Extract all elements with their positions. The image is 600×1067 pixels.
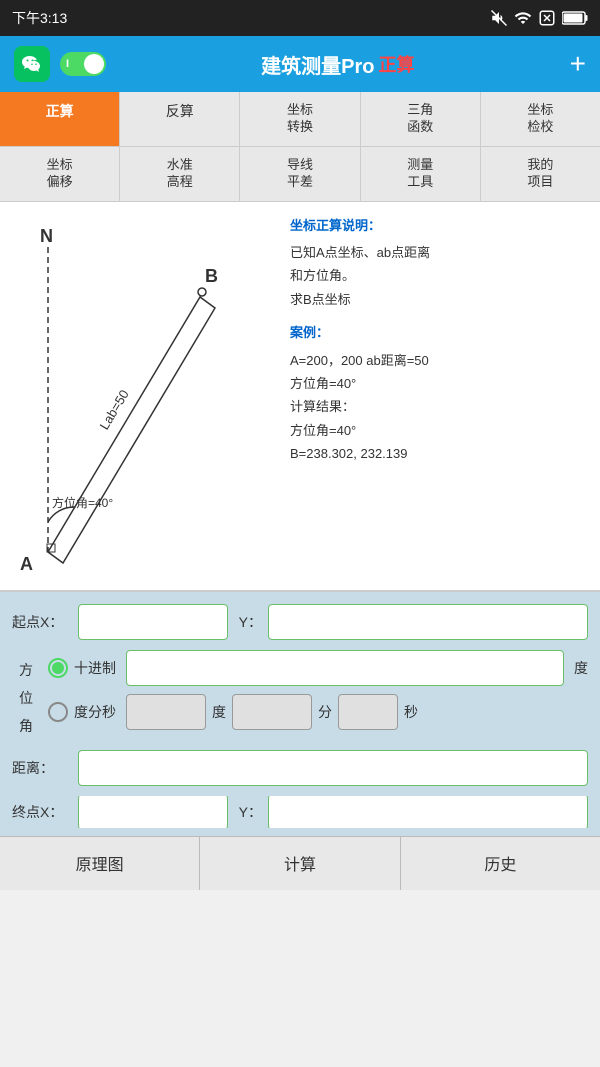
- battery-icon: [562, 11, 588, 25]
- time-label: 下午3:13: [12, 8, 67, 28]
- case-title: 案例：: [290, 321, 590, 344]
- toggle-label: I: [66, 58, 69, 70]
- diagram-svg: N A B: [10, 212, 270, 582]
- description-title: 坐标正算说明：: [290, 214, 590, 237]
- fenfen-row: 度分秒 度 分 秒: [48, 694, 588, 730]
- header-title: 建筑测量Pro正算: [261, 50, 414, 79]
- add-button[interactable]: +: [570, 48, 586, 80]
- jinjin-input[interactable]: [126, 650, 564, 686]
- yuanli-button[interactable]: 原理图: [0, 837, 200, 890]
- status-bar: 下午3:13: [0, 0, 600, 36]
- jinjin-label: 十进制: [74, 658, 120, 678]
- zhongdian-row: 终点X： Y：: [12, 796, 588, 828]
- toggle-thumb: [84, 54, 104, 74]
- nav-zhengsu[interactable]: 正算: [0, 92, 120, 146]
- close-icon: [538, 9, 556, 27]
- wifi-icon: [514, 9, 532, 27]
- zhongdian-y-input[interactable]: [268, 796, 588, 828]
- diagram-area: N A B: [0, 202, 280, 590]
- qidian-x-input[interactable]: [78, 604, 228, 640]
- du-unit: 度: [574, 658, 588, 678]
- svg-text:A: A: [20, 554, 33, 574]
- juli-row: 距离：: [12, 750, 588, 786]
- svg-text:B: B: [205, 266, 218, 286]
- y-label-2: Y：: [234, 802, 262, 822]
- case-line-3: 方位角=40°: [290, 419, 590, 442]
- jinjin-row: 十进制 度: [48, 650, 588, 686]
- form-area: 起点X： Y： 方 位 角 十进制 度: [0, 592, 600, 836]
- mute-icon: [490, 9, 508, 27]
- qidian-row: 起点X： Y：: [12, 604, 588, 640]
- fangwei-options: 十进制 度 度分秒 度 分 秒: [48, 650, 588, 730]
- right-description: 坐标正算说明： 已知A点坐标、ab点距离 和方位角。 求B点坐标 案例： A=2…: [280, 202, 600, 590]
- du-input[interactable]: [126, 694, 206, 730]
- nav-wode[interactable]: 我的项目: [481, 147, 600, 201]
- content-area: N A B: [0, 202, 600, 592]
- lishi-button[interactable]: 历史: [401, 837, 600, 890]
- miao-input[interactable]: [338, 694, 398, 730]
- nav-zuobiao-jianjiao[interactable]: 坐标检校: [481, 92, 600, 146]
- nav-celiang[interactable]: 测量工具: [361, 147, 481, 201]
- miao-label: 秒: [404, 702, 418, 722]
- jinjin-radio[interactable]: [48, 658, 68, 678]
- fenfen-radio[interactable]: [48, 702, 68, 722]
- zhongdian-label: 终点X：: [12, 802, 72, 822]
- toggle-switch[interactable]: I: [60, 52, 106, 76]
- nav-shuizhun[interactable]: 水准高程: [120, 147, 240, 201]
- svg-text:N: N: [40, 226, 53, 246]
- jisuan-button[interactable]: 计算: [200, 837, 400, 890]
- fen-label: 分: [318, 702, 332, 722]
- nav-row-2: 坐标偏移 水准高程 导线平差 测量工具 我的项目: [0, 147, 600, 202]
- juli-input[interactable]: [78, 750, 588, 786]
- description-body: 已知A点坐标、ab点距离 和方位角。 求B点坐标: [290, 241, 590, 311]
- nav-daoxian[interactable]: 导线平差: [240, 147, 360, 201]
- nav-zuobiao-pianyi[interactable]: 坐标偏移: [0, 147, 120, 201]
- nav-zuobiao-zhuanhuan[interactable]: 坐标转换: [240, 92, 360, 146]
- wechat-icon[interactable]: [14, 46, 50, 82]
- juli-label: 距离：: [12, 758, 72, 778]
- du-label: 度: [212, 702, 226, 722]
- case-line-0: A=200，200 ab距离=50: [290, 349, 590, 372]
- case-line-1: 方位角=40°: [290, 372, 590, 395]
- case-line-2: 计算结果：: [290, 395, 590, 418]
- header: I 建筑测量Pro正算 +: [0, 36, 600, 92]
- fenfen-label: 度分秒: [74, 702, 120, 722]
- header-left: I: [14, 46, 106, 82]
- case-line-4: B=238.302, 232.139: [290, 442, 590, 465]
- status-icons: [490, 9, 588, 27]
- fangwei-vertical-label: 方 位 角: [12, 650, 40, 740]
- svg-text:方位角=40°: 方位角=40°: [52, 495, 113, 510]
- qidian-label: 起点X：: [12, 612, 72, 632]
- fen-input[interactable]: [232, 694, 312, 730]
- nav-row-1: 正算 反算 坐标转换 三角函数 坐标检校: [0, 92, 600, 147]
- y-label-1: Y：: [234, 612, 262, 632]
- zhongdian-x-input[interactable]: [78, 796, 228, 828]
- fangwei-section: 方 位 角 十进制 度 度分秒 度 分: [12, 650, 588, 740]
- nav-fansu[interactable]: 反算: [120, 92, 240, 146]
- qidian-y-input[interactable]: [268, 604, 588, 640]
- bottom-toolbar: 原理图 计算 历史: [0, 836, 600, 890]
- nav-sanjiao[interactable]: 三角函数: [361, 92, 481, 146]
